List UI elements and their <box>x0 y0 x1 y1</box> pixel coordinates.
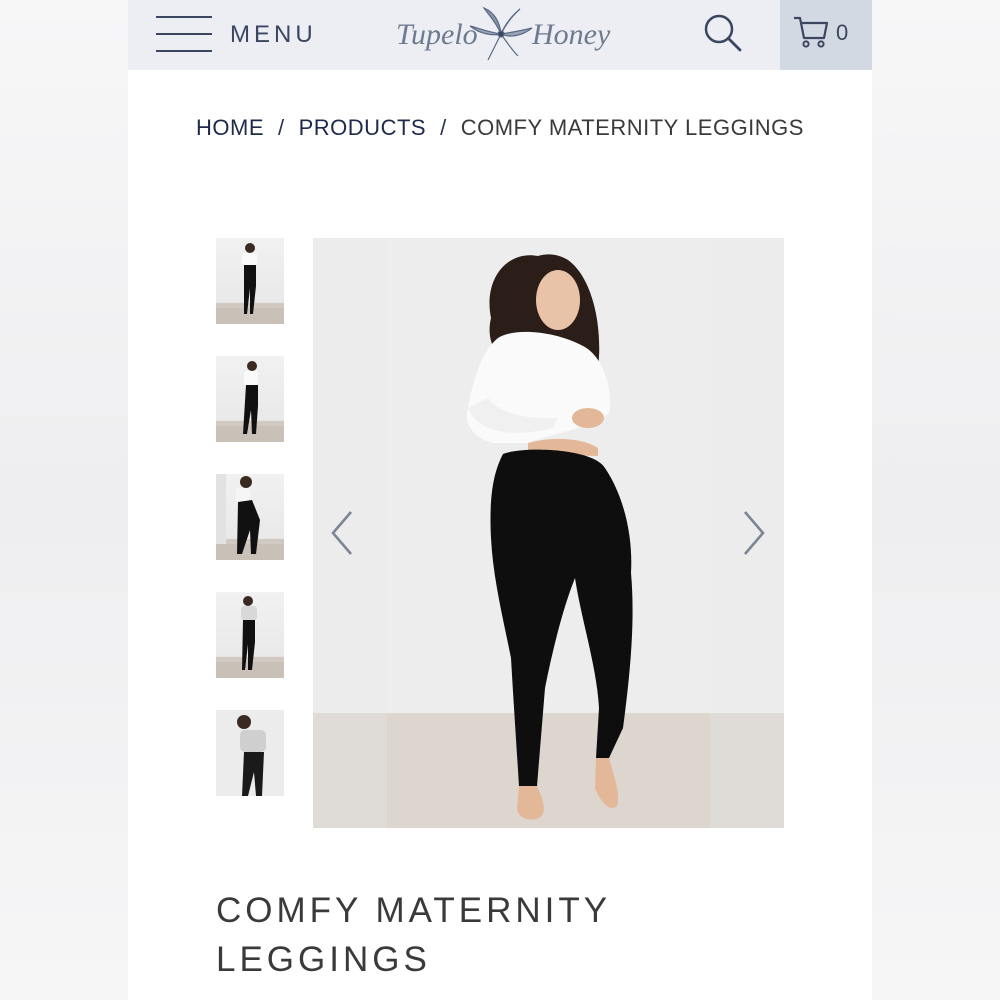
breadcrumb-products[interactable]: PRODUCTS <box>299 115 426 140</box>
product-photo-thumbnail <box>216 243 284 324</box>
breadcrumb-separator: / <box>278 115 285 140</box>
thumbnail-1[interactable] <box>216 238 284 324</box>
cart-count: 0 <box>836 20 849 45</box>
product-title: COMFY MATERNITY LEGGINGS <box>216 886 776 984</box>
next-image-button[interactable] <box>737 508 771 558</box>
thumbnail-3[interactable] <box>216 474 284 560</box>
product-photo-thumbnail <box>216 474 284 560</box>
product-title-line-1: COMFY MATERNITY <box>216 891 612 930</box>
product-title-line-2: LEGGINGS <box>216 940 431 979</box>
main-product-image[interactable] <box>313 238 784 828</box>
search-button[interactable] <box>700 10 746 56</box>
cart-button[interactable]: 0 <box>780 0 872 70</box>
breadcrumb-home[interactable]: HOME <box>196 115 264 140</box>
cart-icon <box>794 16 829 48</box>
menu-button[interactable]: MENU <box>156 12 326 56</box>
flower-logo-icon <box>469 6 533 61</box>
thumbnail-4[interactable] <box>216 592 284 678</box>
search-icon <box>704 14 742 52</box>
background-right <box>872 0 1000 1000</box>
menu-label: MENU <box>230 21 317 48</box>
breadcrumb-current: COMFY MATERNITY LEGGINGS <box>460 115 804 140</box>
product-photo <box>313 238 784 828</box>
thumbnail-5[interactable] <box>216 710 284 796</box>
product-page: MENU Tupelo Honey 0 HOME / PRODUCTS / CO… <box>128 0 872 1000</box>
chevron-right-icon <box>744 511 765 555</box>
breadcrumb-separator: / <box>440 115 447 140</box>
product-photo-thumbnail <box>216 596 284 678</box>
product-photo-thumbnail <box>216 710 284 796</box>
logo-text-right: Honey <box>532 18 611 51</box>
hamburger-icon <box>156 16 212 52</box>
breadcrumb: HOME / PRODUCTS / COMFY MATERNITY LEGGINGS <box>168 104 832 151</box>
background-left <box>0 0 128 1000</box>
thumbnail-2[interactable] <box>216 356 284 442</box>
site-header: MENU Tupelo Honey 0 <box>128 0 872 70</box>
product-photo-thumbnail <box>216 361 284 442</box>
site-logo[interactable]: Tupelo Honey <box>390 4 610 66</box>
chevron-left-icon <box>331 511 352 555</box>
previous-image-button[interactable] <box>325 508 359 558</box>
